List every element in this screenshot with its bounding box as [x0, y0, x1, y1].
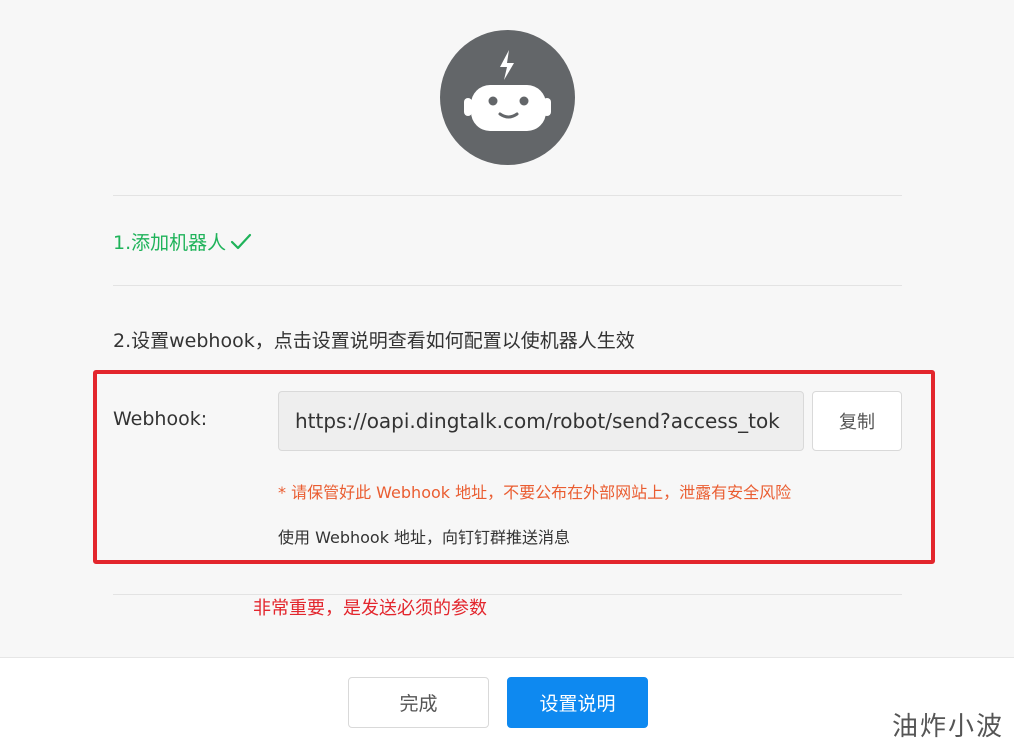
dialog-body: 1.添加机器人 2.设置webhook，点击设置说明查看如何配置以使机器人生效 …	[0, 0, 1014, 658]
divider	[113, 594, 902, 595]
robot-icon	[464, 50, 551, 131]
webhook-label: Webhook:	[113, 408, 208, 430]
copy-button[interactable]: 复制	[812, 391, 902, 451]
step-1-label: 1.添加机器人	[113, 232, 227, 254]
robot-avatar	[440, 30, 575, 165]
settings-guide-button[interactable]: 设置说明	[507, 677, 648, 728]
divider	[113, 285, 902, 286]
step-2-label: 2.设置webhook，点击设置说明查看如何配置以使机器人生效	[113, 330, 635, 352]
security-warning: * 请保管好此 Webhook 地址，不要公布在外部网站上，泄露有安全风险	[278, 483, 792, 502]
webhook-usage-text: 使用 Webhook 地址，向钉钉群推送消息	[278, 528, 571, 547]
step-1: 1.添加机器人	[113, 228, 252, 255]
annotation-note: 非常重要，是发送必须的参数	[253, 598, 487, 619]
checkmark-icon	[231, 233, 252, 249]
divider	[113, 195, 902, 196]
done-button[interactable]: 完成	[348, 677, 489, 728]
watermark: 油炸小波	[891, 712, 1004, 742]
webhook-url-field[interactable]: https://oapi.dingtalk.com/robot/send?acc…	[278, 391, 804, 451]
